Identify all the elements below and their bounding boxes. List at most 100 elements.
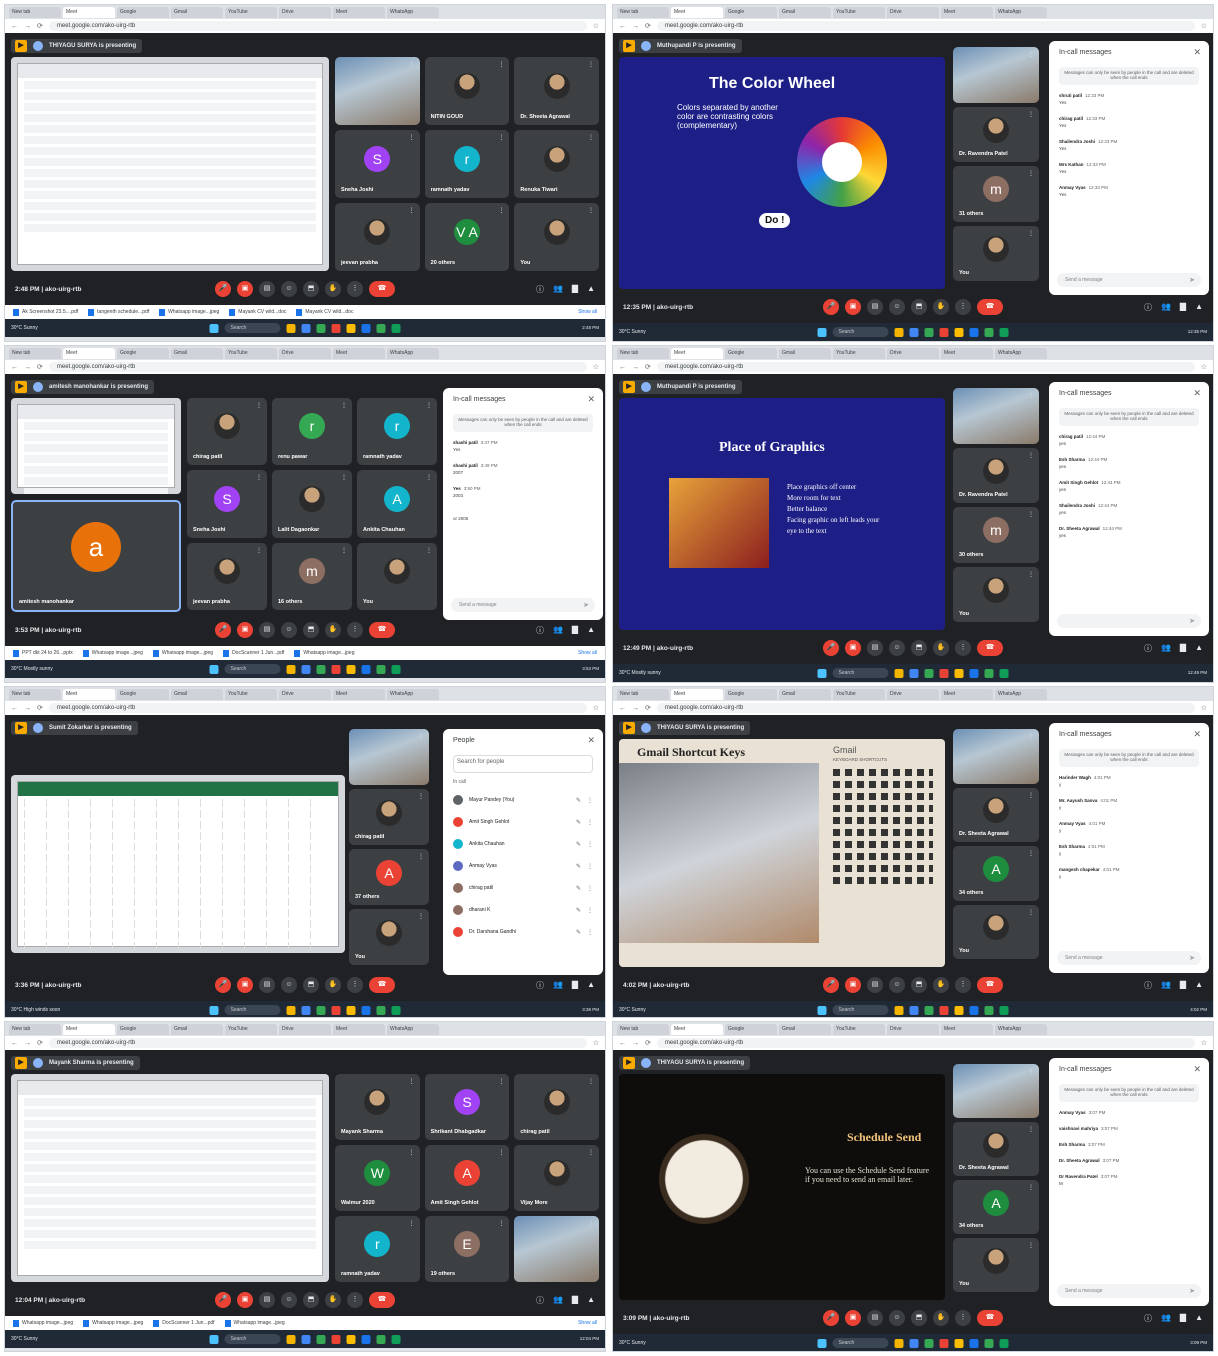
emoji-icon[interactable]: ☺	[889, 640, 905, 656]
taskbar-app-icon[interactable]	[969, 327, 979, 337]
taskbar-app-icon[interactable]	[894, 1338, 904, 1348]
activities-icon[interactable]: ▲	[1195, 643, 1203, 654]
emoji-icon[interactable]: ☺	[281, 977, 297, 993]
taskbar-search[interactable]: Search	[832, 1005, 889, 1015]
browser-tab[interactable]: Google	[117, 6, 169, 18]
people-row[interactable]: dharani K ✎ ⋮	[453, 899, 593, 921]
browser-tab[interactable]: YouTube	[833, 1023, 885, 1035]
present-icon[interactable]: ⬒	[911, 640, 927, 656]
taskbar-app-icon[interactable]	[301, 664, 311, 674]
taskbar-app-icon[interactable]	[316, 1005, 326, 1015]
forward-icon[interactable]: →	[632, 364, 639, 371]
present-icon[interactable]: ⬒	[911, 977, 927, 993]
download-item[interactable]: PPT dkt 24 to 26...pptx	[13, 649, 73, 657]
pin-icon[interactable]: ✎	[576, 819, 581, 826]
people-row[interactable]: chirag patil ✎ ⋮	[453, 877, 593, 899]
browser-tab[interactable]: Meet	[333, 1023, 385, 1035]
browser-tab[interactable]: Google	[117, 347, 169, 359]
star-icon[interactable]: ☆	[1201, 1039, 1207, 1047]
back-icon[interactable]: ←	[11, 23, 18, 30]
chat-icon[interactable]: ▇	[572, 625, 578, 636]
activities-icon[interactable]: ▲	[587, 980, 595, 991]
present-icon[interactable]: ⬒	[303, 1292, 319, 1308]
taskbar-app-icon[interactable]	[346, 1334, 356, 1344]
info-icon[interactable]: ⓘ	[536, 1295, 544, 1306]
people-row[interactable]: Dr. Darshana Gandhi ✎ ⋮	[453, 921, 593, 943]
browser-tab[interactable]: New tab	[617, 347, 669, 359]
taskbar-app-icon[interactable]	[909, 668, 919, 678]
info-icon[interactable]: ⓘ	[536, 980, 544, 991]
mic-off-icon[interactable]: 🎤	[823, 299, 839, 315]
more-options-icon[interactable]: ⋮	[955, 299, 971, 315]
more-options-icon[interactable]: ⋮	[587, 841, 593, 848]
browser-tab[interactable]: YouTube	[833, 688, 885, 700]
browser-tab[interactable]: Meet	[941, 6, 993, 18]
end-call-button[interactable]: ☎	[369, 281, 395, 297]
download-item[interactable]: Whatsapp image...jpeg	[13, 1319, 73, 1327]
participant-tile[interactable]: S Sneha Joshi ⋮	[187, 470, 267, 538]
activities-icon[interactable]: ▲	[587, 284, 595, 295]
taskbar-app-icon[interactable]	[999, 1338, 1009, 1348]
reload-icon[interactable]: ⟳	[37, 22, 43, 30]
browser-tab[interactable]: Gmail	[779, 6, 831, 18]
participant-tile[interactable]: You ⋮	[357, 542, 437, 610]
participant-tile[interactable]: You ⋮	[953, 566, 1039, 622]
forward-icon[interactable]: →	[632, 23, 639, 30]
url-field[interactable]: meet.google.com/ako-uirg-rtb	[48, 362, 587, 372]
browser-tab[interactable]: Meet	[63, 347, 115, 359]
star-icon[interactable]: ☆	[1201, 363, 1207, 371]
send-icon[interactable]: ➤	[583, 601, 589, 609]
end-call-button[interactable]: ☎	[977, 977, 1003, 993]
browser-tab[interactable]: Meet	[941, 688, 993, 700]
download-item[interactable]: DocScanner 1 Jun...pdf	[223, 649, 284, 657]
people-search-input[interactable]: Search for people	[453, 755, 593, 773]
back-icon[interactable]: ←	[619, 364, 626, 371]
camera-off-icon[interactable]: ▣	[237, 281, 253, 297]
taskbar-search[interactable]: Search	[832, 1338, 889, 1348]
browser-tab[interactable]: New tab	[617, 6, 669, 18]
taskbar-app-icon[interactable]	[969, 1005, 979, 1015]
url-field[interactable]: meet.google.com/ako-uirg-rtb	[48, 1038, 587, 1048]
forward-icon[interactable]: →	[632, 1040, 639, 1047]
browser-tab[interactable]: WhatsApp	[387, 6, 439, 18]
url-field[interactable]: meet.google.com/ako-uirg-rtb	[656, 362, 1195, 372]
mic-off-icon[interactable]: 🎤	[215, 622, 231, 638]
send-icon[interactable]: ➤	[1189, 276, 1195, 284]
taskbar-app-icon[interactable]	[286, 664, 296, 674]
raise-hand-icon[interactable]: ✋	[933, 640, 949, 656]
browser-tab[interactable]: New tab	[9, 347, 61, 359]
more-options-icon[interactable]: ⋮	[955, 640, 971, 656]
more-options-icon[interactable]: ⋮	[587, 797, 593, 804]
taskbar-app-icon[interactable]	[984, 1005, 994, 1015]
browser-tab[interactable]: Gmail	[171, 688, 223, 700]
taskbar-app-icon[interactable]	[954, 327, 964, 337]
emoji-icon[interactable]: ☺	[281, 281, 297, 297]
browser-tab[interactable]: Meet	[671, 6, 723, 18]
captions-icon[interactable]: ▤	[867, 977, 883, 993]
browser-tab[interactable]: Drive	[279, 347, 331, 359]
taskbar-app-icon[interactable]	[999, 327, 1009, 337]
browser-tab[interactable]: Google	[725, 6, 777, 18]
close-icon[interactable]: ✕	[587, 735, 595, 746]
taskbar-app-icon[interactable]	[301, 1005, 311, 1015]
participant-tile[interactable]: Vijay More ⋮	[514, 1145, 599, 1211]
participant-tile[interactable]: You ⋮	[953, 904, 1039, 959]
participant-tile[interactable]: NITIN GOUD ⋮	[424, 57, 510, 125]
chat-icon[interactable]: ▇	[1180, 302, 1186, 313]
close-icon[interactable]: ✕	[1193, 388, 1201, 399]
download-item[interactable]: Mayank CV wild...doc	[229, 308, 286, 316]
forward-icon[interactable]: →	[24, 23, 31, 30]
windows-start-icon[interactable]	[209, 664, 219, 674]
taskbar-app-icon[interactable]	[346, 1005, 356, 1015]
taskbar-search[interactable]: Search	[224, 1334, 281, 1344]
message-input[interactable]	[1057, 614, 1201, 628]
taskbar-app-icon[interactable]	[984, 668, 994, 678]
participant-tile[interactable]: Dr. Ravendra Patel ⋮	[953, 106, 1039, 162]
camera-off-icon[interactable]: ▣	[237, 1292, 253, 1308]
participant-tile[interactable]: You ⋮	[349, 909, 429, 965]
taskbar-app-icon[interactable]	[894, 327, 904, 337]
send-icon[interactable]: ➤	[1189, 954, 1195, 962]
captions-icon[interactable]: ▤	[259, 281, 275, 297]
browser-tab[interactable]: Gmail	[779, 688, 831, 700]
taskbar-app-icon[interactable]	[286, 1334, 296, 1344]
